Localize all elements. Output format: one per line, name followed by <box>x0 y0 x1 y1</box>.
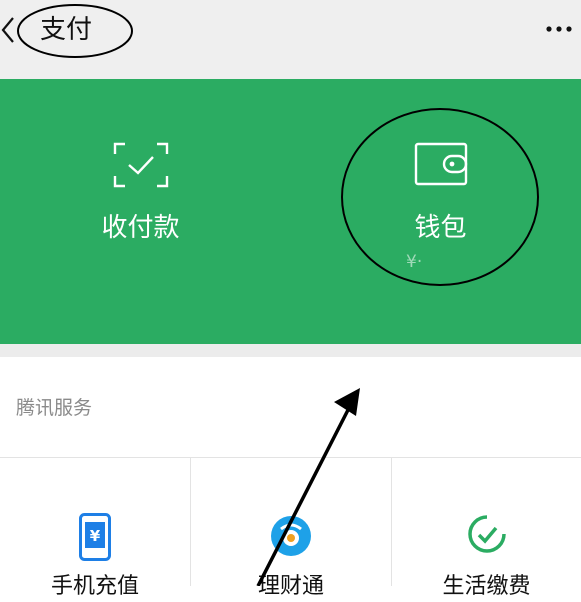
wealth-label: 理财通 <box>257 574 324 599</box>
wealth-icon <box>271 516 311 556</box>
wallet-balance: ¥· <box>406 252 423 272</box>
back-button[interactable] <box>0 12 20 48</box>
phone-recharge-icon: ¥ <box>79 513 111 561</box>
more-button[interactable] <box>537 18 581 40</box>
more-dots-icon <box>546 26 572 32</box>
svg-text:¥: ¥ <box>90 527 101 545</box>
services-section-title: 腾讯服务 <box>16 397 93 419</box>
wallet-panel: 收付款 钱包 ¥· <box>0 79 581 344</box>
page-title: 支付 <box>40 15 93 45</box>
annotation-ellipse-wallet <box>341 108 539 286</box>
wallet-label: 钱包 <box>414 213 467 243</box>
wallet-icon <box>414 142 467 186</box>
section-divider <box>0 344 581 357</box>
receive-pay-button[interactable]: 收付款 <box>0 79 281 344</box>
chevron-left-icon <box>1 17 14 43</box>
receive-pay-label: 收付款 <box>101 213 180 243</box>
utility-bill-button[interactable]: 生活缴费 <box>392 458 581 599</box>
phone-recharge-button[interactable]: ¥ 手机充值 <box>0 458 190 599</box>
utility-bill-icon <box>467 515 506 553</box>
navigation-bar: 支付 <box>0 0 581 79</box>
wallet-button[interactable]: 钱包 ¥· <box>300 79 581 344</box>
phone-recharge-label: 手机充值 <box>50 574 139 599</box>
wealth-button[interactable]: 理财通 <box>191 458 391 599</box>
utility-bill-label: 生活缴费 <box>442 574 531 599</box>
scan-qr-icon <box>113 142 168 188</box>
